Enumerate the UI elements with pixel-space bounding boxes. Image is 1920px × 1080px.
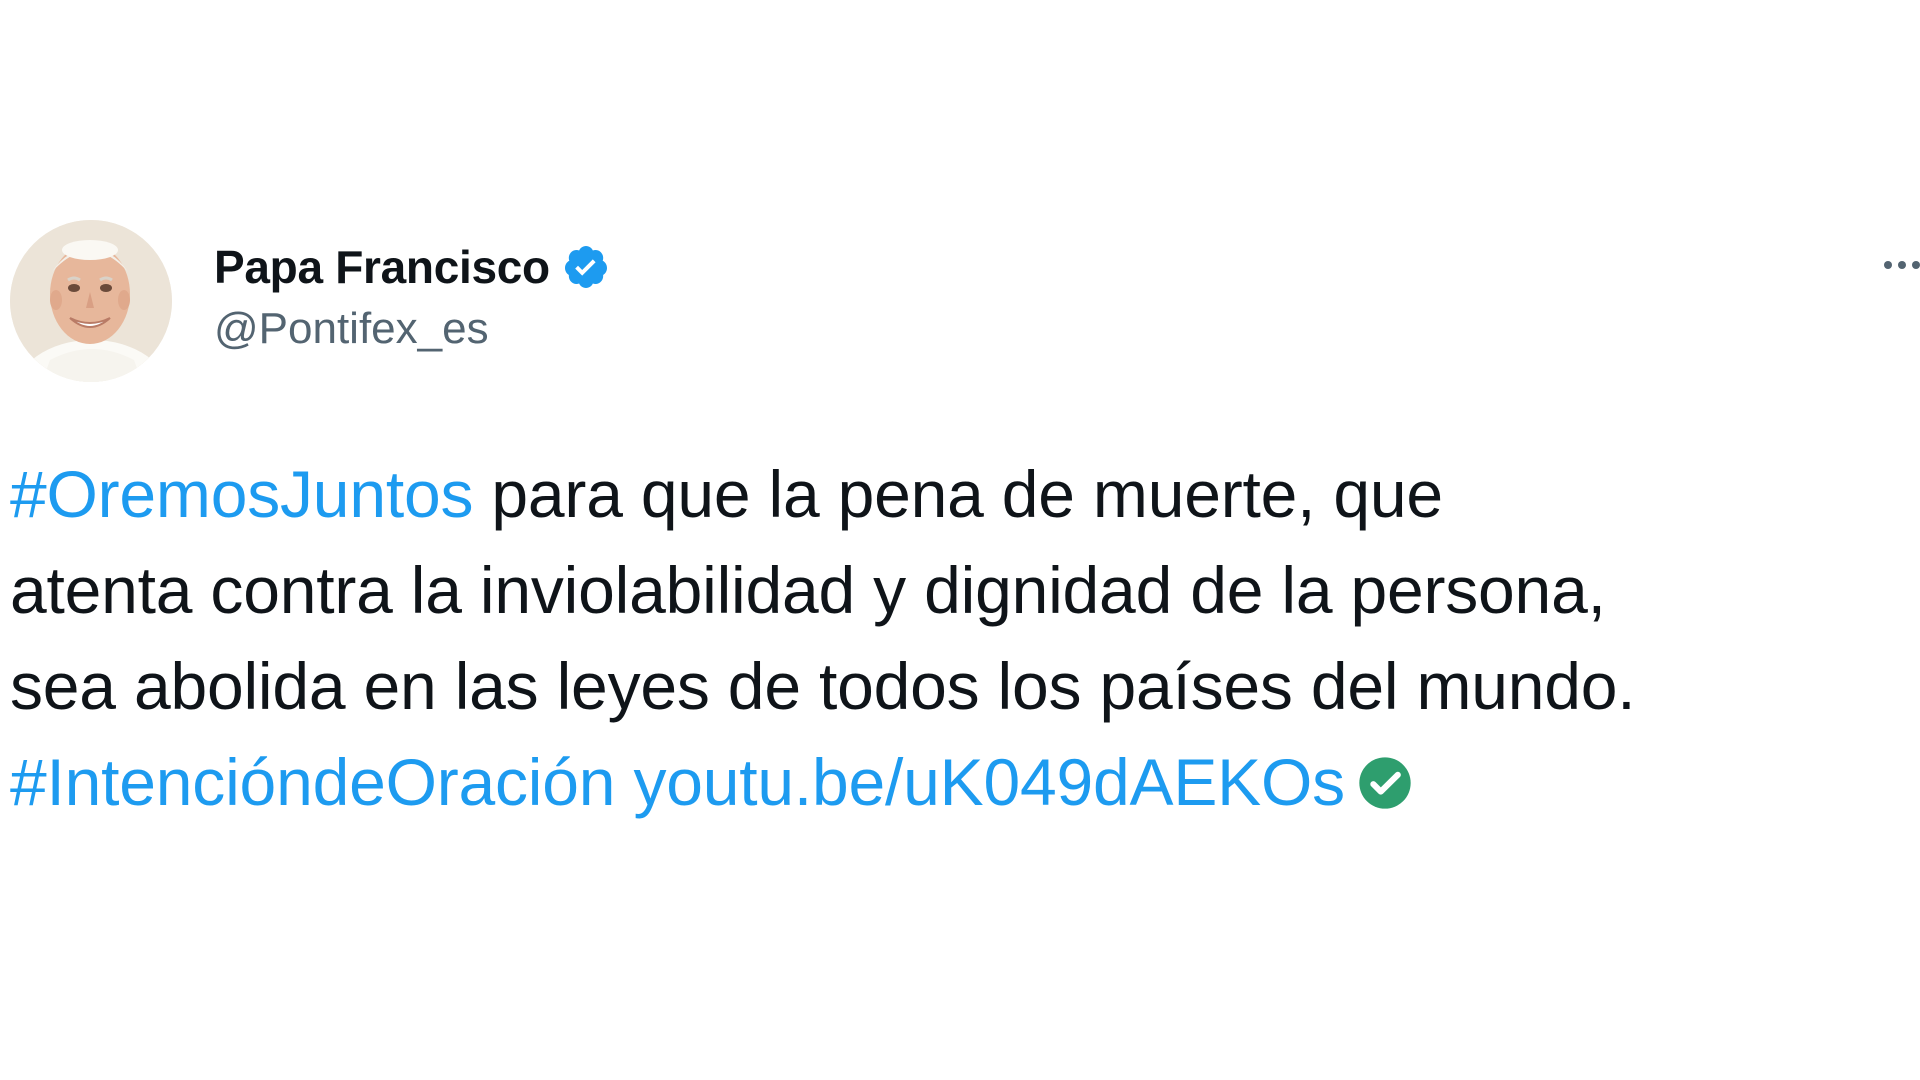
more-options-icon[interactable] xyxy=(1860,250,1920,280)
tweet-line-1: #OremosJuntos para que la pena de muerte… xyxy=(10,446,1920,542)
name-row: Papa Francisco xyxy=(214,238,610,296)
author-avatar[interactable] xyxy=(10,220,172,382)
tweet-text: #OremosJuntos para que la pena de muerte… xyxy=(10,446,1920,830)
tweet-line-3: sea abolida en las leyes de todos los pa… xyxy=(10,649,1636,723)
hashtag-oremosjuntos[interactable]: #OremosJuntos xyxy=(10,457,473,531)
author-identity: Papa Francisco @Pontifex_es xyxy=(214,238,610,354)
verified-badge-icon xyxy=(562,243,610,291)
green-check-icon xyxy=(1357,740,1413,836)
tweet-line-4: #IntencióndeOración youtu.be/uK049dAEKOs xyxy=(10,734,1920,830)
author-handle[interactable]: @Pontifex_es xyxy=(214,304,610,354)
dot-icon xyxy=(1898,261,1906,269)
youtube-link[interactable]: youtu.be/uK049dAEKOs xyxy=(633,745,1345,819)
tweet-line-2: atenta contra la inviolabilidad y dignid… xyxy=(10,553,1606,627)
dot-icon xyxy=(1884,261,1892,269)
dot-icon xyxy=(1912,261,1920,269)
tweet-header: Papa Francisco @Pontifex_es xyxy=(10,220,610,382)
pope-portrait-icon xyxy=(10,220,172,382)
hashtag-intenciondeoracion[interactable]: #IntencióndeOración xyxy=(10,745,615,819)
tweet-text-segment: para que la pena de muerte, que xyxy=(473,457,1443,531)
tweet-card: Papa Francisco @Pontifex_es #OremosJunto… xyxy=(0,0,1920,1080)
author-display-name[interactable]: Papa Francisco xyxy=(214,240,550,294)
